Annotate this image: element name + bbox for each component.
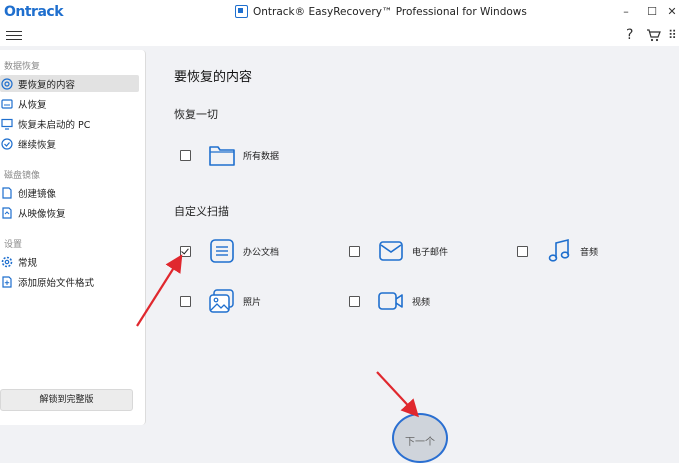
checkbox-email[interactable] [349, 245, 360, 257]
option-label: 视频 [412, 297, 431, 308]
option-all-data[interactable]: 所有数据 [180, 141, 279, 169]
option-video[interactable]: 视频 [349, 287, 430, 315]
app-logo: Ontrack [4, 4, 64, 20]
window-title-text: Ontrack® EasyRecovery™ Professional for … [253, 5, 527, 18]
sidebar-item-label: 从恢复 [18, 99, 47, 111]
sidebar-item-recover-from[interactable]: 从恢复 [0, 95, 139, 112]
sidebar-item-general[interactable]: 常规 [0, 253, 139, 270]
email-icon [377, 237, 405, 265]
sidebar-item-create-image[interactable]: 创建镜像 [0, 184, 139, 201]
option-label: 电子邮件 [412, 247, 449, 258]
option-audio[interactable]: 音频 [517, 237, 598, 265]
pc-icon [1, 118, 13, 130]
main-panel: 要恢复的内容 恢复一切 所有数据 自定义扫描 办公文档 电子邮件 音频 照片 视… [158, 50, 679, 449]
sidebar-item-label: 创建镜像 [18, 188, 57, 200]
title-bar: Ontrack Ontrack® EasyRecovery™ Professio… [0, 0, 679, 26]
music-icon [545, 237, 573, 265]
check-circle-icon [1, 137, 13, 150]
option-label: 照片 [243, 297, 262, 308]
sidebar: 数据恢复 要恢复的内容 从恢复 恢复未启动的 PC 继续恢复 磁盘镜像 创建镜像… [0, 50, 146, 425]
sidebar-item-label: 常规 [18, 257, 38, 269]
minimize-button[interactable]: – [617, 5, 635, 21]
section-title-custom-scan: 自定义扫描 [174, 205, 229, 218]
file-add-icon [1, 275, 13, 288]
sidebar-item-label: 从映像恢复 [18, 208, 66, 220]
option-email[interactable]: 电子邮件 [349, 237, 448, 265]
sidebar-item-label: 恢复未启动的 PC [18, 119, 91, 131]
disk-restore-icon [1, 206, 13, 219]
video-icon [377, 287, 405, 315]
section-title-settings: 设置 [4, 240, 23, 250]
sidebar-item-label: 要恢复的内容 [18, 79, 76, 91]
option-label: 音频 [580, 247, 599, 258]
maximize-button[interactable]: ☐ [643, 5, 661, 21]
target-icon [1, 77, 13, 90]
section-title-disk-image: 磁盘镜像 [4, 171, 41, 181]
checkbox-office-documents[interactable] [180, 245, 191, 257]
apps-grid-icon[interactable]: ⠿ [668, 28, 677, 42]
sidebar-item-label: 继续恢复 [18, 139, 57, 151]
checkbox-video[interactable] [349, 295, 360, 307]
next-button[interactable]: 下一个 [392, 413, 448, 463]
gear-icon [1, 256, 13, 268]
close-button[interactable]: ✕ [663, 5, 679, 21]
photo-icon [208, 287, 236, 315]
unlock-full-version-button[interactable]: 解锁到完整版 [0, 389, 133, 411]
drive-icon [1, 98, 13, 110]
section-title-data-recovery: 数据恢复 [4, 62, 41, 72]
checkbox-all-data[interactable] [180, 149, 191, 161]
folder-icon [208, 141, 236, 169]
option-photos[interactable]: 照片 [180, 287, 261, 315]
document-icon [208, 237, 236, 265]
sidebar-item-recover-unbootable-pc[interactable]: 恢复未启动的 PC [0, 115, 139, 132]
disk-image-icon [1, 186, 13, 199]
option-label: 所有数据 [243, 151, 280, 162]
sidebar-item-continue-recovery[interactable]: 继续恢复 [0, 135, 139, 152]
sidebar-item-label: 添加原始文件格式 [18, 277, 95, 289]
window-title: Ontrack® EasyRecovery™ Professional for … [235, 5, 527, 18]
sidebar-item-add-raw-format[interactable]: 添加原始文件格式 [0, 273, 139, 290]
next-button-label: 下一个 [405, 437, 435, 448]
cart-icon[interactable] [646, 28, 661, 46]
checkbox-audio[interactable] [517, 245, 528, 257]
app-icon [235, 5, 248, 18]
sidebar-item-what-to-recover[interactable]: 要恢复的内容 [0, 75, 139, 92]
hamburger-menu-icon[interactable] [6, 28, 22, 42]
sidebar-item-restore-from-image[interactable]: 从映像恢复 [0, 204, 139, 221]
page-title: 要恢复的内容 [174, 70, 253, 85]
section-title-restore-all: 恢复一切 [174, 108, 218, 121]
option-office-documents[interactable]: 办公文档 [180, 237, 279, 265]
toolbar: ? ⠿ [0, 26, 679, 46]
option-label: 办公文档 [243, 247, 280, 258]
checkbox-photos[interactable] [180, 295, 191, 307]
help-icon[interactable]: ? [626, 27, 633, 43]
